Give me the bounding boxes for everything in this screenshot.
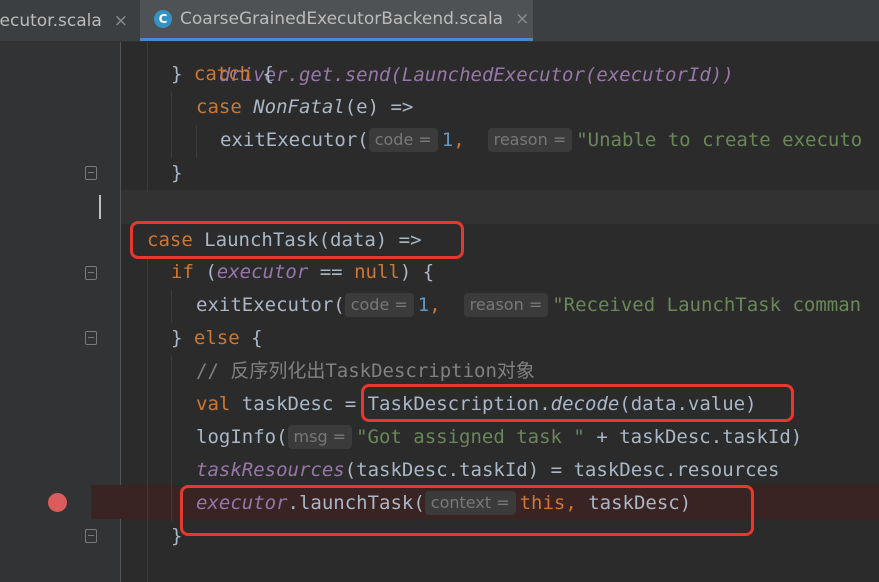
text-caret xyxy=(99,195,101,219)
code-token: ( xyxy=(193,261,217,283)
keyword-token: catch xyxy=(193,63,252,85)
fold-icon[interactable] xyxy=(85,266,97,280)
code-token: NonFatal xyxy=(253,96,345,118)
code-token: logInfo( xyxy=(196,426,288,448)
string-token: "Got assigned task " xyxy=(356,426,585,448)
keyword-token: if xyxy=(171,261,194,283)
code-token: executor xyxy=(216,261,309,283)
code-line: } else { xyxy=(171,322,263,355)
code-line: logInfo(msg = "Got assigned task " + task… xyxy=(196,421,802,454)
code-token: (taskDesc.taskId) = taskDesc.resources xyxy=(344,459,780,481)
indent-guide xyxy=(171,92,172,158)
fold-icon[interactable] xyxy=(85,529,97,543)
code-line: exitExecutor(code = 1, reason = "Received … xyxy=(196,289,861,322)
code-token: , xyxy=(429,294,441,316)
code-token: taskResources xyxy=(196,459,345,481)
parameter-hint: reason = xyxy=(487,128,573,152)
string-token: "Received LaunchTask comman xyxy=(552,294,862,316)
code-line: case NonFatal(e) => xyxy=(196,91,413,124)
close-icon[interactable]: × xyxy=(114,11,128,31)
number-token: 1 xyxy=(441,129,454,151)
code-token: { xyxy=(239,327,263,349)
code-line: driver.get.send(LaunchedExecutor(executo… xyxy=(196,26,734,86)
parameter-hint: reason = xyxy=(463,293,549,317)
breakpoint-icon[interactable] xyxy=(48,493,67,512)
fold-icon[interactable] xyxy=(85,331,97,345)
code-token: } xyxy=(171,327,194,349)
code-token: exitExecutor( xyxy=(220,129,369,151)
scala-class-icon: C xyxy=(154,10,172,28)
code-token: + taskDesc.taskId) xyxy=(584,426,803,448)
indent-guide xyxy=(171,356,172,521)
annotation-box-launchtask xyxy=(130,221,464,259)
tab-label: xecutor.scala xyxy=(0,10,102,31)
keyword-token: else xyxy=(193,327,240,349)
code-token: (e) => xyxy=(344,96,414,118)
code-token: exitExecutor( xyxy=(196,294,345,316)
annotation-box-launchtask-call xyxy=(180,485,754,536)
code-line: exitExecutor(code = 1, reason = "Unable to… xyxy=(220,124,862,157)
parameter-hint: msg = xyxy=(287,425,353,449)
comment-token: // 反序列化出TaskDescription对象 xyxy=(196,360,535,382)
code-line: if (executor == null) { xyxy=(171,256,434,289)
code-token: , xyxy=(453,129,465,151)
indent-guide xyxy=(196,125,197,158)
code-line: taskResources(taskDesc.taskId) = taskDes… xyxy=(196,454,779,487)
indent-guide xyxy=(147,42,148,192)
code-token: == xyxy=(308,261,355,283)
code-token: driver.get.send(LaunchedExecutor(executo… xyxy=(218,64,734,86)
keyword-token: case xyxy=(196,96,242,118)
number-token: 1 xyxy=(417,294,430,316)
parameter-hint: code = xyxy=(344,293,414,317)
string-token: "Unable to create executo xyxy=(576,129,863,151)
fold-icon[interactable] xyxy=(85,166,97,180)
indent-guide xyxy=(147,258,148,582)
code-token: { xyxy=(251,63,274,85)
code-token: } xyxy=(171,63,194,85)
current-line-highlight xyxy=(121,190,879,224)
keyword-token: val xyxy=(196,393,231,415)
annotation-box-decode xyxy=(361,384,794,422)
indent-guide xyxy=(171,290,172,323)
keyword-token: null xyxy=(354,261,400,283)
code-token: } xyxy=(171,162,183,184)
code-token: ) { xyxy=(399,261,435,283)
tab-executor-scala[interactable]: xecutor.scala × xyxy=(0,0,138,41)
code-line: } catch { xyxy=(171,58,274,91)
parameter-hint: code = xyxy=(368,128,438,152)
code-line: } xyxy=(171,157,182,190)
code-token: taskDesc = xyxy=(230,393,368,415)
